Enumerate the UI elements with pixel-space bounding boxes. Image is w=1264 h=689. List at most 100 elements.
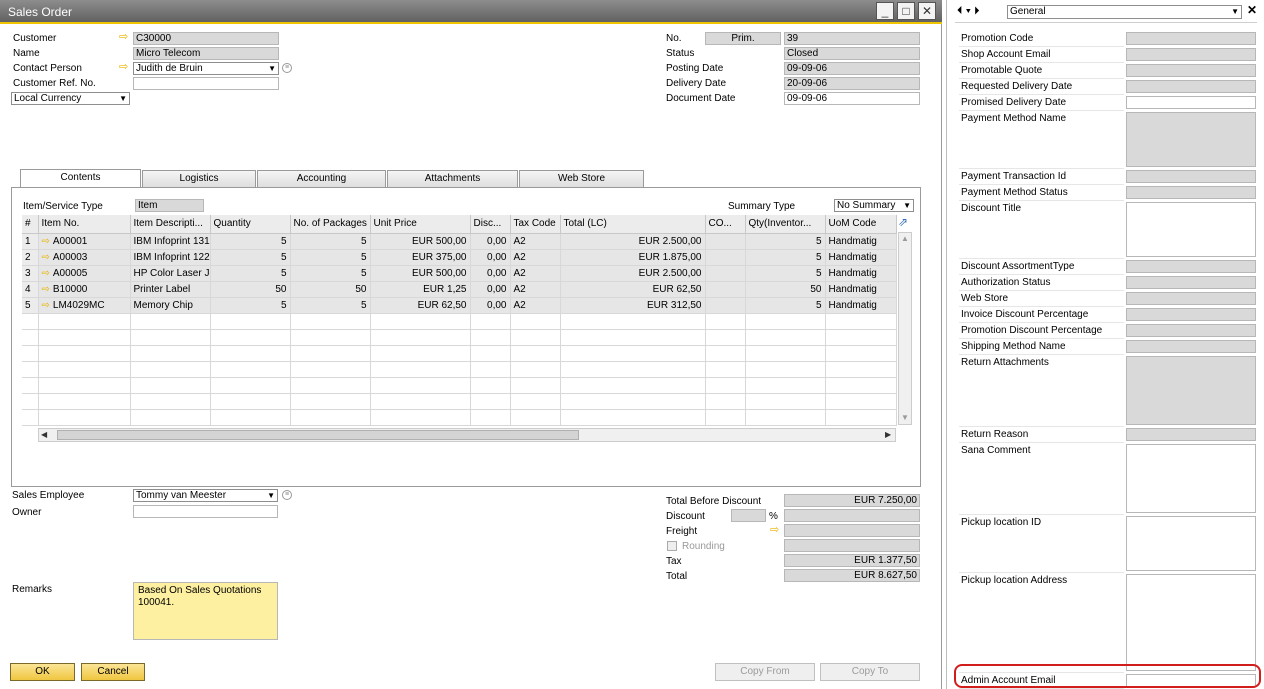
table-cell[interactable] <box>130 393 211 410</box>
column-header[interactable]: No. of Packages <box>290 215 371 234</box>
table-cell[interactable] <box>370 329 471 346</box>
document-date-field[interactable]: 09-09-06 <box>784 92 920 105</box>
table-cell[interactable] <box>825 361 897 378</box>
table-cell[interactable] <box>745 313 826 330</box>
table-cell[interactable] <box>370 377 471 394</box>
column-header[interactable]: Unit Price <box>370 215 471 234</box>
series-field[interactable]: Prim. <box>705 32 781 45</box>
currency-dropdown[interactable]: Local Currency ▼ <box>11 92 130 105</box>
table-cell[interactable]: 5 <box>745 233 826 250</box>
table-cell[interactable]: A2 <box>510 265 561 282</box>
udf-navigation[interactable]: ⏴ ▾ ⏵ <box>957 4 980 18</box>
table-cell[interactable]: EUR 62,50 <box>560 281 706 298</box>
udf-field[interactable] <box>1126 340 1256 353</box>
table-cell[interactable] <box>560 313 706 330</box>
udf-field[interactable] <box>1126 96 1256 109</box>
link-arrow-icon[interactable]: ⇨ <box>42 300 50 311</box>
table-cell[interactable] <box>38 313 131 330</box>
name-field[interactable]: Micro Telecom <box>133 47 279 60</box>
empty-row[interactable] <box>22 393 897 410</box>
link-arrow-icon[interactable]: ⇨ <box>119 32 128 43</box>
table-cell[interactable] <box>38 329 131 346</box>
next-icon[interactable]: ⏵ <box>974 5 980 17</box>
udf-field[interactable] <box>1126 64 1256 77</box>
table-cell[interactable]: 50 <box>210 281 291 298</box>
table-cell[interactable] <box>130 409 211 426</box>
table-cell[interactable] <box>290 329 371 346</box>
table-cell[interactable] <box>370 393 471 410</box>
title-bar[interactable]: Sales Order _ □ ✕ <box>0 0 942 24</box>
details-icon[interactable]: ≡ <box>282 63 292 73</box>
udf-field[interactable] <box>1126 80 1256 93</box>
table-cell[interactable] <box>370 409 471 426</box>
table-cell[interactable] <box>22 361 39 378</box>
table-cell[interactable] <box>370 361 471 378</box>
table-cell[interactable] <box>210 329 291 346</box>
empty-row[interactable] <box>22 329 897 346</box>
link-arrow-icon[interactable]: ⇨ <box>42 268 50 279</box>
table-cell[interactable] <box>130 313 211 330</box>
scroll-left-icon[interactable]: ◀ <box>41 430 47 439</box>
table-cell[interactable] <box>510 361 561 378</box>
tab-contents[interactable]: Contents <box>20 169 141 187</box>
table-cell[interactable]: 0,00 <box>470 281 511 298</box>
table-cell[interactable] <box>470 329 511 346</box>
table-cell[interactable]: 5 <box>210 297 291 314</box>
table-cell[interactable] <box>22 393 39 410</box>
table-cell[interactable] <box>290 361 371 378</box>
table-cell[interactable] <box>470 409 511 426</box>
table-cell[interactable] <box>470 313 511 330</box>
table-cell[interactable] <box>290 393 371 410</box>
table-cell[interactable] <box>470 377 511 394</box>
total-before-discount-field[interactable]: EUR 7.250,00 <box>784 494 920 507</box>
table-cell[interactable] <box>510 409 561 426</box>
table-cell[interactable] <box>825 313 897 330</box>
column-header[interactable]: Quantity <box>210 215 291 234</box>
rounding-field[interactable] <box>784 539 920 552</box>
table-row[interactable]: 1 ⇨ A00001 IBM Infoprint 131 5 5 EUR 500,00 0,0… <box>22 233 897 250</box>
table-cell[interactable]: EUR 62,50 <box>370 297 471 314</box>
copy-from-button[interactable]: Copy From <box>715 663 815 681</box>
table-cell[interactable]: 5 <box>290 265 371 282</box>
table-cell[interactable] <box>560 409 706 426</box>
empty-row[interactable] <box>22 409 897 426</box>
table-cell[interactable] <box>705 313 746 330</box>
table-row[interactable]: 2 ⇨ A00003 IBM Infoprint 122 5 5 EUR 375,00 0,0… <box>22 249 897 266</box>
table-cell[interactable]: Memory Chip <box>130 297 211 314</box>
close-icon[interactable]: ✕ <box>1247 3 1257 17</box>
scroll-up-icon[interactable]: ▲ <box>901 234 909 243</box>
table-cell[interactable]: 2 <box>22 249 39 266</box>
table-cell[interactable]: Handmatig <box>825 297 897 314</box>
table-cell[interactable]: 0,00 <box>470 297 511 314</box>
table-cell[interactable]: ⇨ B10000 <box>38 281 131 298</box>
table-cell[interactable] <box>560 361 706 378</box>
table-cell[interactable] <box>370 313 471 330</box>
link-arrow-icon[interactable]: ⇨ <box>119 62 128 73</box>
column-header[interactable]: Total (LC) <box>560 215 706 234</box>
udf-field[interactable] <box>1126 260 1256 273</box>
table-cell[interactable]: A2 <box>510 233 561 250</box>
empty-row[interactable] <box>22 361 897 378</box>
customer-field[interactable]: C30000 <box>133 32 279 45</box>
table-cell[interactable] <box>22 345 39 362</box>
table-cell[interactable] <box>705 329 746 346</box>
table-cell[interactable] <box>705 281 746 298</box>
table-cell[interactable] <box>22 313 39 330</box>
prev-icon[interactable]: ▾ <box>966 5 971 17</box>
table-cell[interactable]: 5 <box>210 265 291 282</box>
column-header[interactable]: UoM Code <box>825 215 897 234</box>
table-cell[interactable] <box>705 377 746 394</box>
table-row[interactable]: 3 ⇨ A00005 HP Color Laser Je 5 5 EUR 500,00 0,0… <box>22 265 897 282</box>
table-cell[interactable]: EUR 2.500,00 <box>560 233 706 250</box>
tax-field[interactable]: EUR 1.377,50 <box>784 554 920 567</box>
table-cell[interactable]: 0,00 <box>470 233 511 250</box>
table-cell[interactable]: Printer Label <box>130 281 211 298</box>
table-cell[interactable] <box>705 393 746 410</box>
table-cell[interactable] <box>210 361 291 378</box>
first-icon[interactable]: ⏴ <box>957 5 963 17</box>
table-cell[interactable] <box>470 393 511 410</box>
item-type-field[interactable]: Item <box>135 199 204 212</box>
discount-amount-field[interactable] <box>784 509 920 522</box>
table-cell[interactable]: Handmatig <box>825 249 897 266</box>
link-arrow-icon[interactable]: ⇨ <box>42 252 50 263</box>
